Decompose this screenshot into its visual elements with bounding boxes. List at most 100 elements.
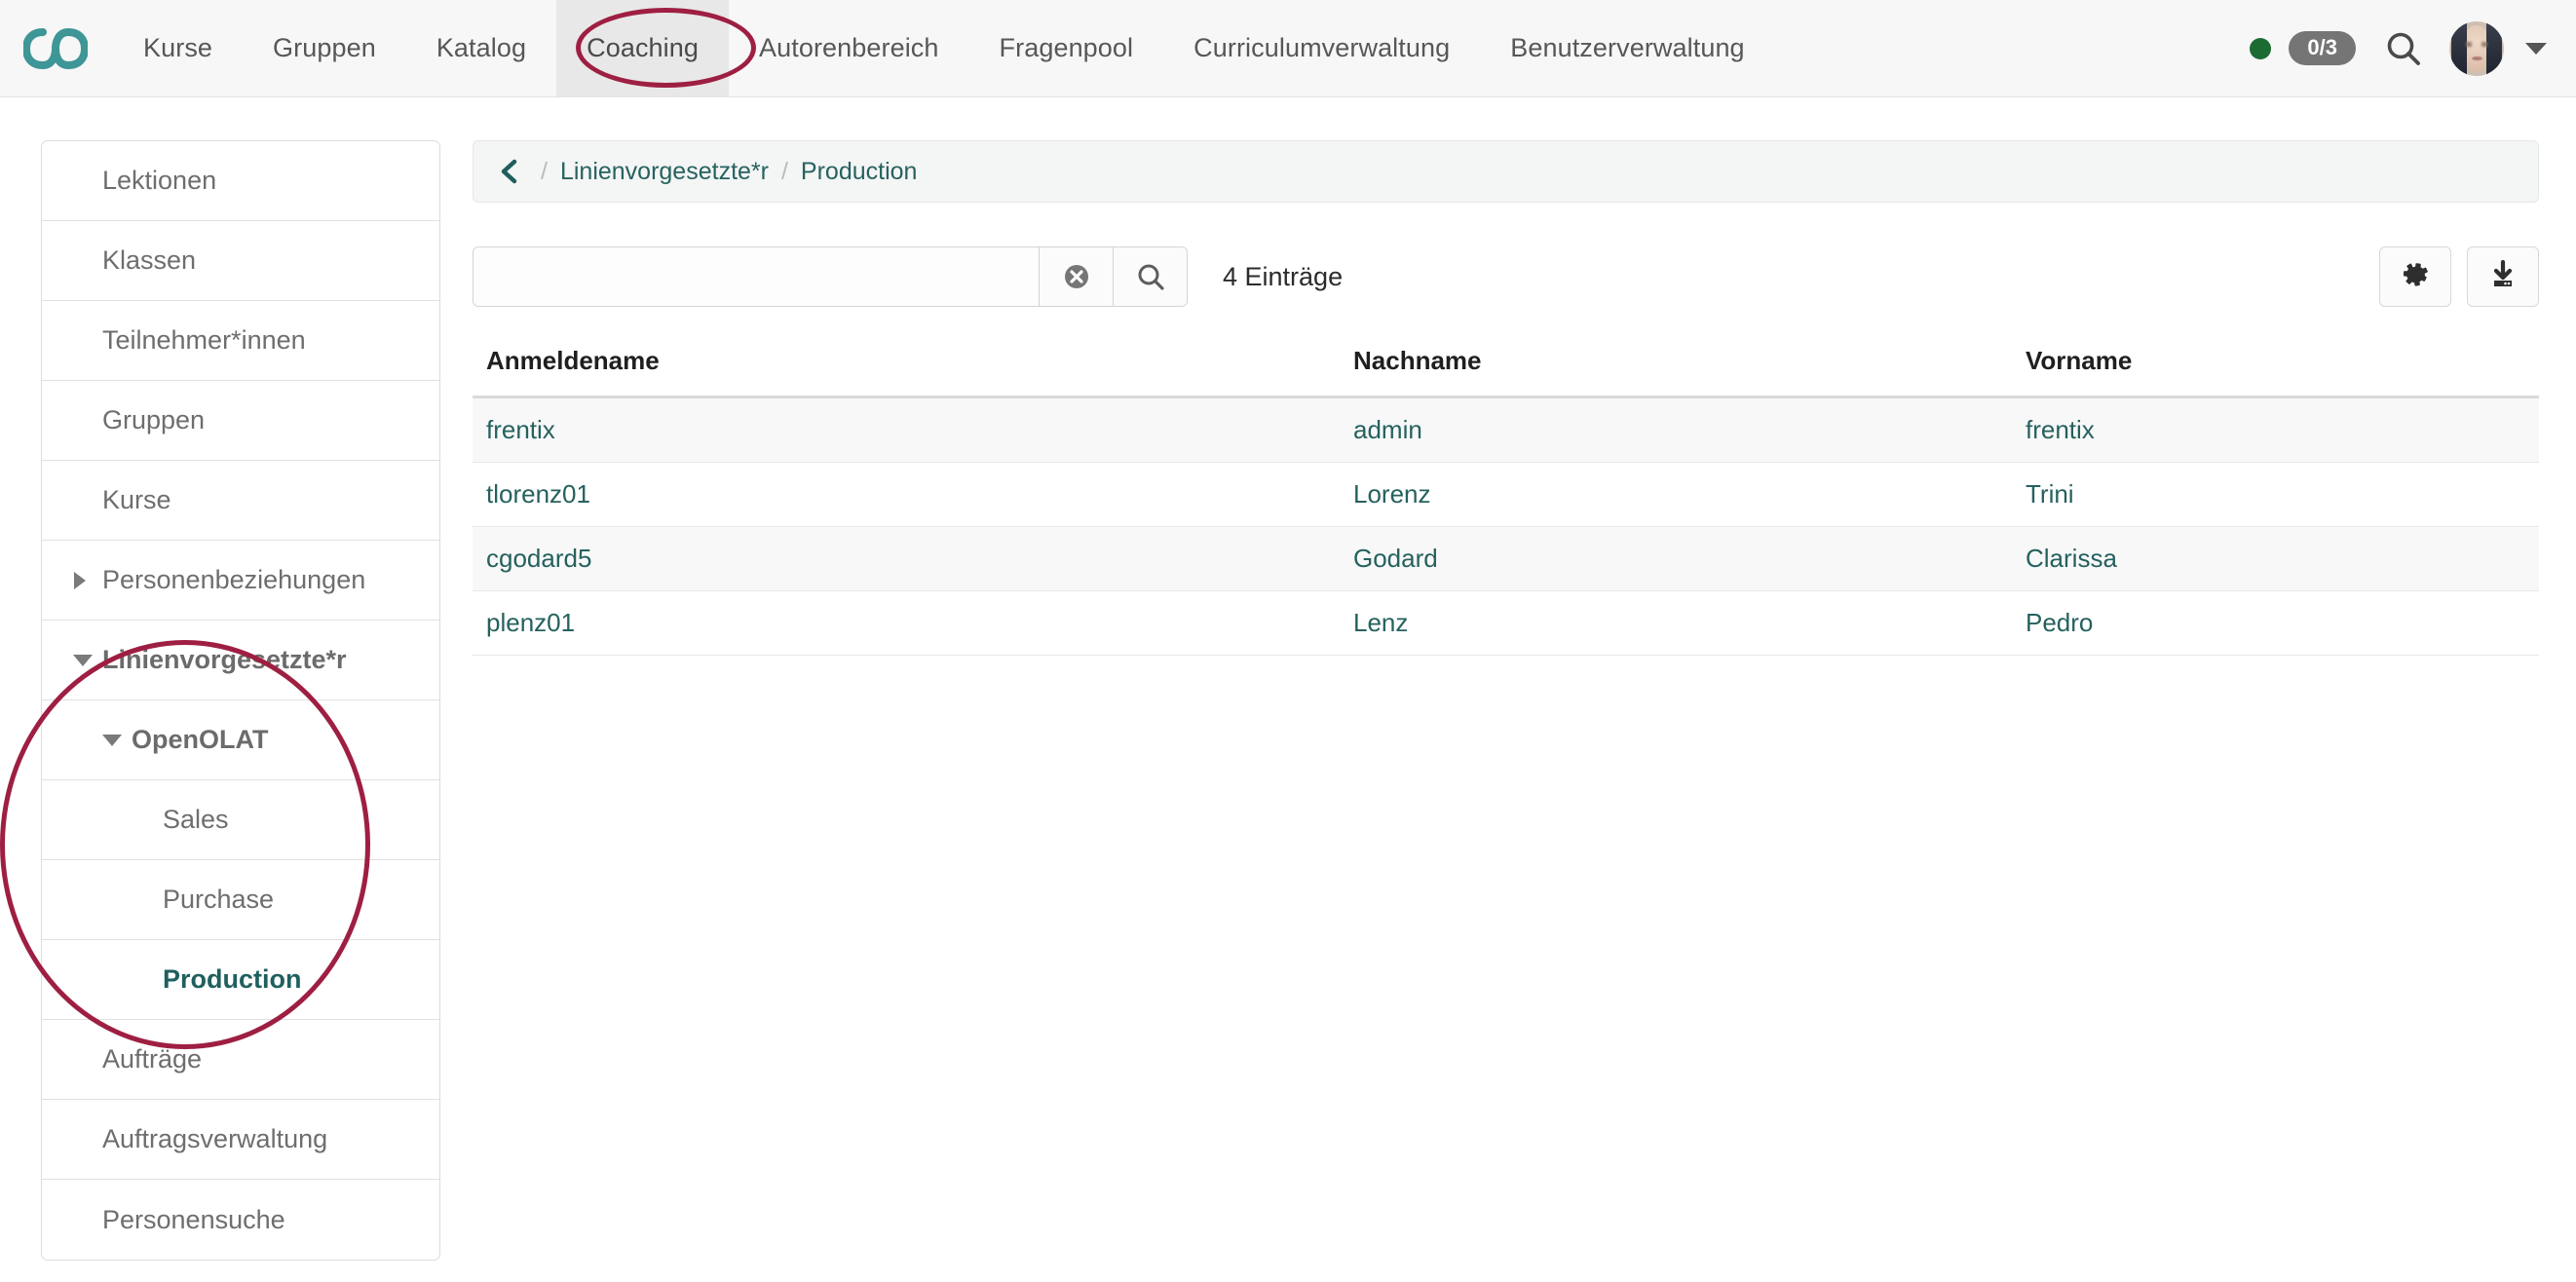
cell-vorname[interactable]: Pedro — [2012, 591, 2539, 656]
breadcrumb-item-linienvorgesetzte[interactable]: Linienvorgesetzte*r — [560, 158, 769, 186]
sidebar-item-label: Kurse — [102, 485, 171, 515]
sidebar-item-label: Production — [163, 964, 302, 995]
nav-label: Benutzerverwaltung — [1510, 33, 1744, 63]
avatar-hair-left — [2451, 21, 2467, 76]
users-table: Anmeldename Nachname Vorname frentix adm… — [473, 346, 2539, 656]
breadcrumb-separator: / — [769, 158, 801, 186]
cell-anmeldename[interactable]: cgodard5 — [473, 527, 1340, 591]
search-input[interactable] — [474, 247, 1039, 306]
download-button[interactable] — [2467, 246, 2539, 307]
cell-nachname[interactable]: Lenz — [1340, 591, 2012, 656]
sidebar-item-label: Personensuche — [102, 1205, 285, 1235]
sidebar-item-label: Auftragsverwaltung — [102, 1124, 327, 1154]
nav-label: Autorenbereich — [759, 33, 939, 63]
sidebar-item-label: Lektionen — [102, 166, 216, 196]
sidebar-item-label: Klassen — [102, 245, 196, 276]
breadcrumb-item-production[interactable]: Production — [801, 158, 918, 186]
nav-label: Fragenpool — [1000, 33, 1134, 63]
settings-button[interactable] — [2379, 246, 2451, 307]
nav-item-katalog[interactable]: Katalog — [406, 0, 556, 96]
sidebar-item-gruppen[interactable]: Gruppen — [42, 381, 439, 461]
nav-item-gruppen[interactable]: Gruppen — [243, 0, 406, 96]
nav-label: Kurse — [143, 33, 212, 63]
nav-label: Coaching — [587, 33, 699, 63]
column-header-anmeldename[interactable]: Anmeldename — [473, 346, 1340, 397]
search-group — [473, 246, 1188, 307]
table-row[interactable]: tlorenz01 Lorenz Trini — [473, 463, 2539, 527]
breadcrumb-separator: / — [528, 158, 560, 186]
sidebar-item-openolat[interactable]: OpenOLAT — [42, 700, 439, 780]
sidebar-item-production[interactable]: Production — [42, 940, 439, 1020]
table-header-row: Anmeldename Nachname Vorname — [473, 346, 2539, 397]
sidebar-item-linienvorgesetzte[interactable]: Linienvorgesetzte*r — [42, 621, 439, 700]
cell-nachname[interactable]: Lorenz — [1340, 463, 2012, 527]
table-row[interactable]: cgodard5 Godard Clarissa — [473, 527, 2539, 591]
sidebar-item-label: Linienvorgesetzte*r — [102, 645, 347, 675]
sidebar-item-lektionen[interactable]: Lektionen — [42, 141, 439, 221]
top-navigation-bar: Kurse Gruppen Katalog Coaching Autorenbe… — [0, 0, 2576, 97]
cell-anmeldename[interactable]: plenz01 — [473, 591, 1340, 656]
cell-nachname[interactable]: Godard — [1340, 527, 2012, 591]
header-tools: 0/3 — [2250, 0, 2576, 96]
sidebar-item-label: Aufträge — [102, 1044, 202, 1075]
avatar-eyes — [2466, 42, 2487, 47]
sidebar-item-auftraege[interactable]: Aufträge — [42, 1020, 439, 1100]
sidebar-item-kurse[interactable]: Kurse — [42, 461, 439, 541]
toolbar-actions — [2379, 246, 2539, 307]
nav-label: Gruppen — [273, 33, 376, 63]
chevron-down-icon[interactable] — [2525, 43, 2547, 55]
chevron-left-icon[interactable] — [497, 157, 528, 186]
cell-vorname[interactable]: Clarissa — [2012, 527, 2539, 591]
infinity-logo-icon — [23, 28, 88, 69]
triangle-down-icon[interactable] — [102, 735, 122, 746]
cell-anmeldename[interactable]: frentix — [473, 397, 1340, 463]
table-row[interactable]: frentix admin frentix — [473, 397, 2539, 463]
sidebar-item-personenbeziehungen[interactable]: Personenbeziehungen — [42, 541, 439, 621]
sidebar-menu: Lektionen Klassen Teilnehmer*innen Grupp… — [41, 140, 440, 1261]
table-body: frentix admin frentix tlorenz01 Lorenz T… — [473, 397, 2539, 656]
column-header-vorname[interactable]: Vorname — [2012, 346, 2539, 397]
app-logo[interactable] — [0, 0, 113, 96]
nav-item-kurse[interactable]: Kurse — [113, 0, 243, 96]
table-row[interactable]: plenz01 Lenz Pedro — [473, 591, 2539, 656]
sidebar-item-label: OpenOLAT — [132, 725, 268, 755]
cell-anmeldename[interactable]: tlorenz01 — [473, 463, 1340, 527]
sidebar-item-sales[interactable]: Sales — [42, 780, 439, 860]
page-body: Lektionen Klassen Teilnehmer*innen Grupp… — [0, 97, 2576, 1261]
notification-count-badge[interactable]: 0/3 — [2289, 31, 2356, 65]
sidebar-item-teilnehmerinnen[interactable]: Teilnehmer*innen — [42, 301, 439, 381]
table-toolbar: 4 Einträge — [473, 246, 2539, 307]
triangle-right-icon[interactable] — [74, 572, 86, 589]
sidebar-item-purchase[interactable]: Purchase — [42, 860, 439, 940]
gear-icon — [2400, 259, 2431, 295]
avatar-hair-right — [2486, 21, 2502, 76]
nav-item-autorenbereich[interactable]: Autorenbereich — [729, 0, 969, 96]
search-submit-icon[interactable] — [1113, 247, 1187, 306]
search-icon[interactable] — [2383, 28, 2424, 69]
cell-nachname[interactable]: admin — [1340, 397, 2012, 463]
sidebar-item-label: Personenbeziehungen — [102, 565, 365, 595]
sidebar-item-auftragsverwaltung[interactable]: Auftragsverwaltung — [42, 1100, 439, 1180]
nav-label: Katalog — [436, 33, 526, 63]
sidebar-item-label: Gruppen — [102, 405, 205, 435]
cell-vorname[interactable]: Trini — [2012, 463, 2539, 527]
main-content: / Linienvorgesetzte*r / Production — [473, 140, 2539, 656]
avatar-mouth — [2472, 57, 2482, 60]
column-header-nachname[interactable]: Nachname — [1340, 346, 2012, 397]
sidebar-item-klassen[interactable]: Klassen — [42, 221, 439, 301]
sidebar-item-label: Purchase — [163, 885, 274, 915]
clear-circle-icon[interactable] — [1039, 247, 1113, 306]
triangle-down-icon[interactable] — [73, 655, 93, 666]
nav-item-benutzerverwaltung[interactable]: Benutzerverwaltung — [1480, 0, 1774, 96]
sidebar-item-label: Sales — [163, 805, 229, 835]
sidebar-item-personensuche[interactable]: Personensuche — [42, 1180, 439, 1260]
nav-item-fragenpool[interactable]: Fragenpool — [969, 0, 1164, 96]
nav-item-curriculumverwaltung[interactable]: Curriculumverwaltung — [1163, 0, 1480, 96]
breadcrumb: / Linienvorgesetzte*r / Production — [473, 140, 2539, 203]
online-status-dot — [2250, 38, 2271, 59]
cell-vorname[interactable]: frentix — [2012, 397, 2539, 463]
nav-item-coaching[interactable]: Coaching — [556, 0, 729, 96]
main-menu: Kurse Gruppen Katalog Coaching Autorenbe… — [113, 0, 1775, 96]
entries-count-label: 4 Einträge — [1223, 262, 1343, 292]
avatar[interactable] — [2449, 21, 2504, 76]
